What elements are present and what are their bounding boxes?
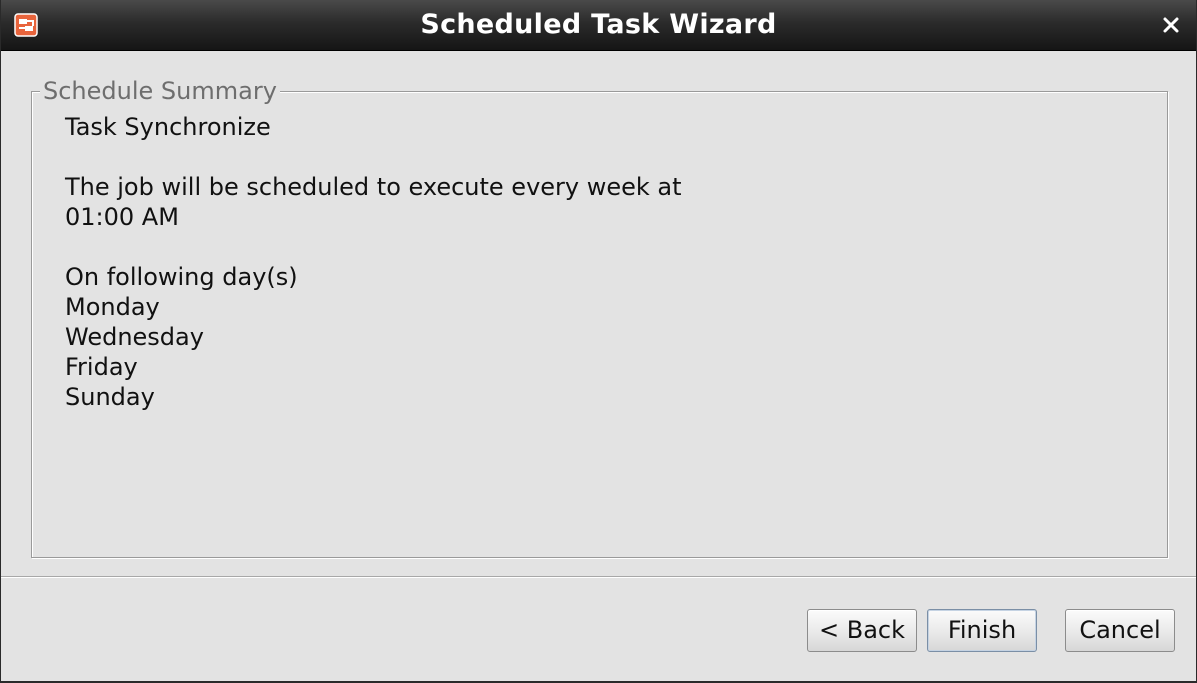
schedule-summary-group: Schedule Summary Task Synchronize The jo… bbox=[31, 76, 1168, 558]
summary-line-blank bbox=[65, 232, 682, 262]
close-icon[interactable] bbox=[1160, 14, 1182, 36]
summary-line-task: Task Synchronize bbox=[65, 113, 271, 141]
summary-line-blank bbox=[65, 142, 682, 172]
wizard-window: Scheduled Task Wizard Schedule Summary T… bbox=[0, 0, 1197, 683]
summary-line-frequency: The job will be scheduled to execute eve… bbox=[65, 173, 682, 201]
cancel-button[interactable]: Cancel bbox=[1065, 609, 1175, 652]
summary-line-day: Monday bbox=[65, 293, 160, 321]
summary-line-day: Friday bbox=[65, 353, 138, 381]
summary-line-days-heading: On following day(s) bbox=[65, 263, 298, 291]
summary-text: Task Synchronize The job will be schedul… bbox=[65, 112, 682, 412]
title-bar[interactable]: Scheduled Task Wizard bbox=[1, 0, 1196, 51]
summary-line-time: 01:00 AM bbox=[65, 203, 179, 231]
window-title: Scheduled Task Wizard bbox=[420, 9, 777, 40]
summary-line-day: Sunday bbox=[65, 383, 155, 411]
summary-line-day: Wednesday bbox=[65, 323, 204, 351]
wizard-content: Schedule Summary Task Synchronize The jo… bbox=[1, 51, 1196, 576]
finish-button[interactable]: Finish bbox=[927, 609, 1037, 652]
button-separator bbox=[1, 576, 1196, 578]
back-button[interactable]: < Back bbox=[807, 609, 917, 652]
group-legend: Schedule Summary bbox=[40, 76, 280, 106]
